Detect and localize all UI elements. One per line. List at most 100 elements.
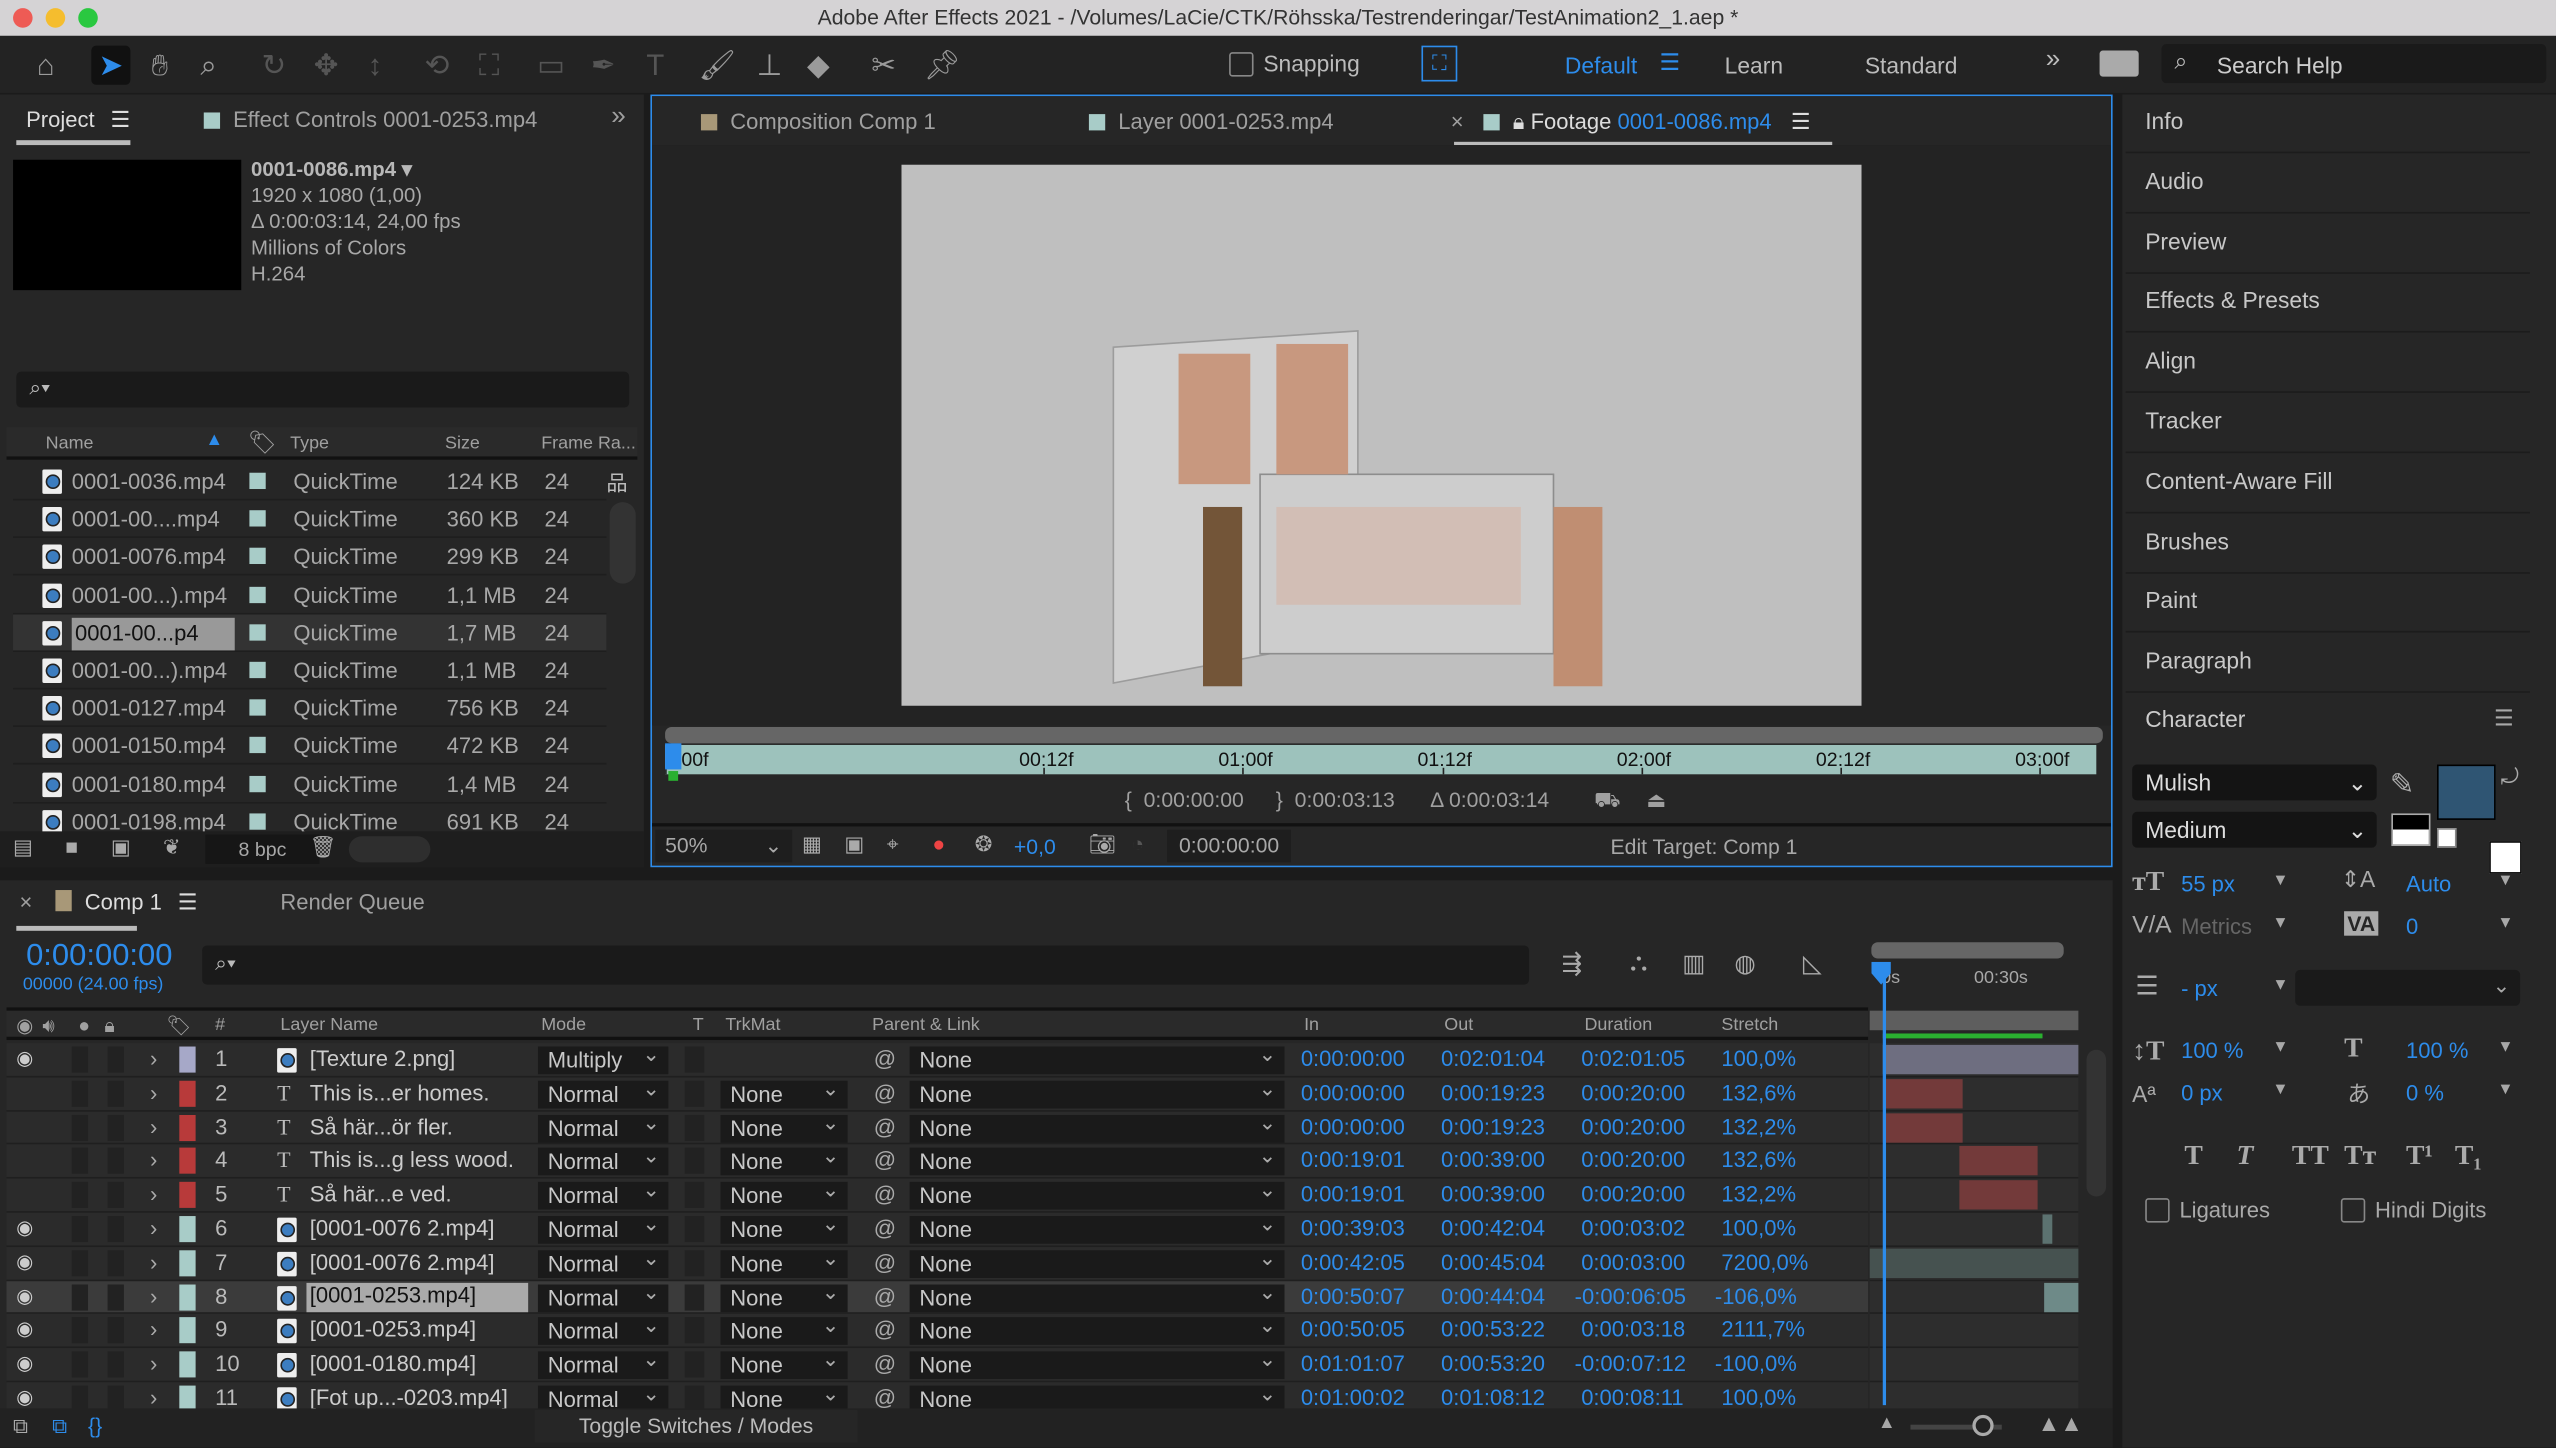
layer-row[interactable]: › 4 T This is...g less wood. Normal None @ None… (6, 1142, 1869, 1179)
lock-toggle[interactable] (107, 1317, 124, 1344)
layer-name[interactable]: [Fot up...-0203.mp4] (310, 1386, 508, 1410)
font-size-dropdown-icon[interactable]: ▼ (2272, 872, 2288, 890)
transparency-grid-icon[interactable]: ▦ (802, 831, 822, 857)
panel-audio[interactable]: Audio (2125, 155, 2530, 214)
solo-toggle[interactable] (71, 1351, 89, 1378)
panel-info[interactable]: Info (2125, 95, 2530, 154)
label-color-swatch[interactable] (179, 1182, 196, 1209)
layer-search-input[interactable]: ⌕▾ (202, 945, 1530, 985)
small-caps-button[interactable]: Tт (2344, 1139, 2376, 1172)
panel-brushes[interactable]: Brushes (2125, 514, 2530, 574)
eraser-icon[interactable]: ◆ (799, 46, 838, 85)
parent-dropdown[interactable]: None (909, 1345, 1285, 1380)
stretch-value[interactable]: 132,6% (1721, 1080, 1796, 1104)
panel-content-aware-fill[interactable]: Content-Aware Fill (2125, 454, 2530, 514)
lock-toggle[interactable] (107, 1249, 124, 1277)
layer-row[interactable]: ◉ › 10 [0001-0180.mp4] Normal None @ None 0:01:0… (6, 1345, 1869, 1383)
list-item[interactable]: 0001-0127.mp4 QuickTime 756 KB 24 (13, 689, 607, 728)
list-item[interactable]: 0001-0076.mp4 QuickTime 299 KB 24 (13, 538, 607, 577)
clone-stamp-icon[interactable]: ⊥ (750, 46, 789, 85)
out-time[interactable]: 0:00:45:04 (1441, 1250, 1545, 1274)
kerning-dropdown-icon[interactable]: ▼ (2272, 914, 2288, 932)
panel-menu-icon[interactable]: ☰ (178, 890, 198, 914)
magnification-dropdown[interactable]: 50% ⌄ (655, 829, 793, 863)
tab-effect-controls[interactable]: Effect Controls 0001-0253.mp4 (203, 108, 537, 132)
in-time[interactable]: 0:00:50:05 (1301, 1318, 1405, 1342)
expand-chevron-icon[interactable]: › (150, 1182, 157, 1206)
lock-toggle[interactable] (107, 1046, 124, 1073)
thumbnail-slider[interactable] (348, 836, 431, 863)
label-color-swatch[interactable] (249, 775, 266, 792)
layer-row[interactable]: › 5 T Så här...e ved. Normal None @ None 0:00:19… (6, 1176, 1869, 1213)
panel-tracker[interactable]: Tracker (2125, 394, 2530, 454)
out-time[interactable]: 0:00:53:20 (1441, 1352, 1545, 1376)
preserve-transparency-toggle[interactable] (684, 1046, 705, 1073)
tracking-value[interactable]: 0 (2406, 914, 2418, 938)
duration-time[interactable]: 0:00:03:00 (1581, 1250, 1685, 1274)
swap-colors-icon[interactable]: ⤾ (2501, 765, 2519, 791)
in-time[interactable]: 0:00:00:00 (1301, 1080, 1405, 1104)
workspace-learn[interactable]: Learn (1725, 52, 1783, 78)
solo-toggle[interactable] (71, 1283, 89, 1310)
baseline-shift-dropdown-icon[interactable]: ▼ (2272, 1081, 2288, 1099)
lock-toggle[interactable] (107, 1114, 124, 1141)
close-window-button[interactable] (13, 8, 33, 28)
duration-time[interactable]: 0:00:20:00 (1581, 1148, 1685, 1172)
lock-toggle[interactable] (107, 1182, 124, 1209)
list-item[interactable]: 0001-0180.mp4 QuickTime 1,4 MB 24 (13, 765, 607, 803)
track-matte-dropdown[interactable]: None (720, 1108, 848, 1143)
lock-toggle[interactable] (107, 1080, 124, 1107)
panel-preview[interactable]: Preview (2125, 215, 2530, 274)
blend-mode-dropdown[interactable]: Normal (537, 1108, 669, 1143)
new-composition-icon[interactable]: ▣ (111, 835, 131, 861)
solo-toggle[interactable] (71, 1249, 89, 1277)
solo-toggle[interactable] (71, 1148, 89, 1175)
label-tag-icon[interactable]: 🏷 (166, 1014, 191, 1037)
track-matte-dropdown[interactable]: None (720, 1142, 848, 1176)
snap-target-icon[interactable]: ⛶ (1421, 45, 1458, 82)
layer-duration-bar[interactable] (1959, 1146, 2038, 1176)
layer-row[interactable]: ◉ › 8 [0001-0253.mp4] Normal None @ None 0:00:50… (6, 1277, 1869, 1315)
layer-duration-bar[interactable] (1882, 1078, 1963, 1109)
track-matte-dropdown[interactable]: None (720, 1074, 848, 1109)
preserve-transparency-toggle[interactable] (684, 1216, 705, 1243)
exposure-value[interactable]: +0,0 (1014, 835, 1056, 859)
duration-time[interactable]: -0:00:07:12 (1575, 1352, 1686, 1376)
font-size-value[interactable]: 55 px (2181, 872, 2235, 896)
layer-name[interactable]: [0001-0253.mp4] (310, 1318, 476, 1342)
in-time[interactable]: 0:01:01:07 (1301, 1352, 1405, 1376)
composition-mini-flowchart-icon[interactable]: ⇶ (1562, 949, 1583, 978)
label-color-swatch[interactable] (179, 1148, 196, 1175)
preserve-transparency-toggle[interactable] (684, 1080, 705, 1107)
stretch-value[interactable]: -106,0% (1715, 1284, 1797, 1308)
label-tag-icon[interactable]: 🏷 (248, 429, 277, 457)
preserve-transparency-toggle[interactable] (684, 1182, 705, 1209)
preserve-transparency-toggle[interactable] (684, 1351, 705, 1378)
parent-dropdown[interactable]: None (909, 1243, 1285, 1278)
blend-mode-dropdown[interactable]: Normal (537, 1345, 669, 1380)
in-time[interactable]: 0:01:00:02 (1301, 1386, 1405, 1410)
tab-footage[interactable]: 🔒︎ Footage 0001-0086.mp4 ☰ (1483, 109, 1811, 135)
lock-toggle[interactable] (107, 1148, 124, 1175)
all-caps-button[interactable]: TT (2292, 1139, 2329, 1172)
out-time[interactable]: 0:00:19:23 (1441, 1114, 1545, 1138)
new-folder-icon[interactable]: ■ (65, 835, 78, 859)
visibility-eye-icon[interactable]: ◉ (16, 1216, 33, 1239)
stretch-value[interactable]: 2111,7% (1721, 1318, 1805, 1342)
label-color-swatch[interactable] (249, 472, 266, 490)
duration-time[interactable]: 0:00:20:00 (1581, 1080, 1685, 1104)
parent-dropdown[interactable]: None (909, 1210, 1285, 1244)
leading-dropdown-icon[interactable]: ▼ (2497, 872, 2513, 890)
in-time[interactable]: 0:00:42:05 (1301, 1250, 1405, 1274)
time-ruler[interactable]: 0:00f 00:12f 01:00f 01:12f 02:00f 02:12f 03:00… (665, 744, 2269, 775)
project-search-input[interactable]: ⌕▾ (16, 371, 630, 408)
pick-whip-icon[interactable]: @ (874, 1080, 896, 1104)
layer-name[interactable]: Så här...e ved. (310, 1182, 452, 1206)
layer-name[interactable]: [0001-0253.mp4] (306, 1282, 529, 1312)
column-type[interactable]: Type (290, 434, 329, 454)
track-matte-dropdown[interactable]: None (720, 1345, 848, 1380)
vertical-scale-value[interactable]: 100 % (2181, 1038, 2243, 1062)
blend-mode-dropdown[interactable]: Normal (537, 1311, 669, 1346)
expand-chevron-icon[interactable]: › (150, 1284, 157, 1308)
column-t[interactable]: T (693, 1016, 704, 1036)
